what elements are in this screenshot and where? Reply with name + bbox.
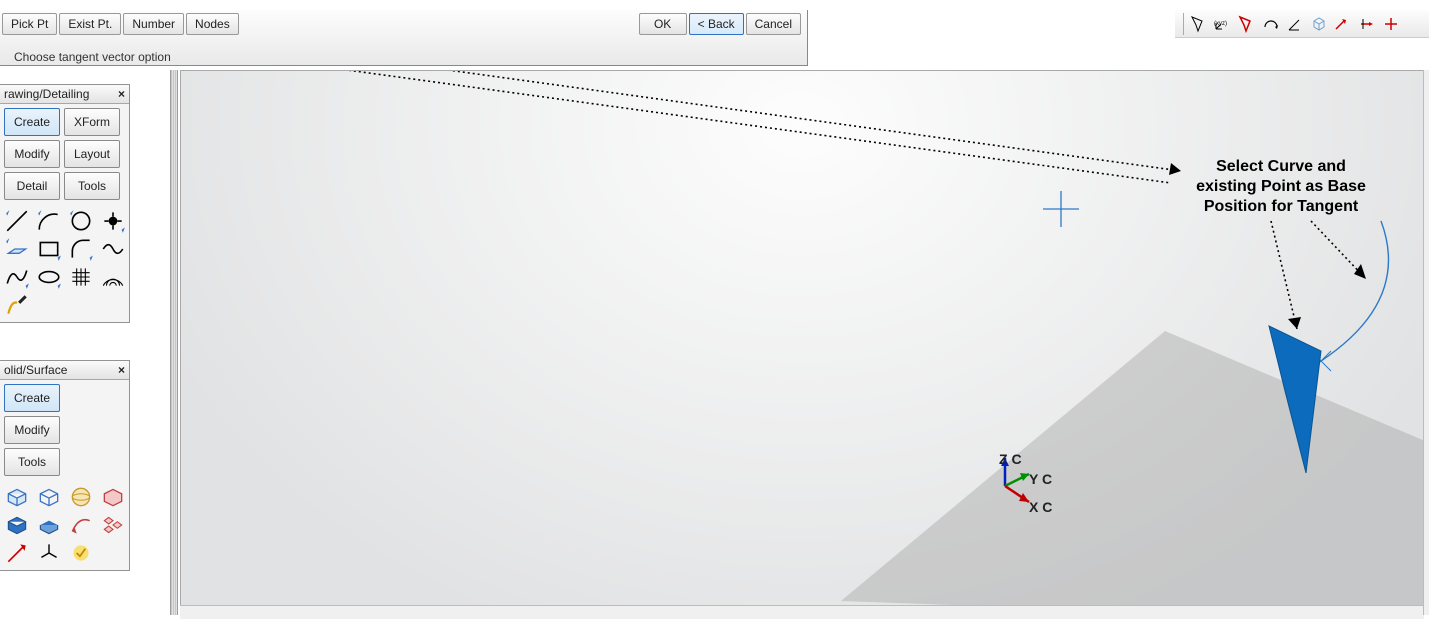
detail-button[interactable]: Detail — [4, 172, 60, 200]
option-button-row: Pick Pt Exist Pt. Number Nodes — [0, 13, 239, 35]
axis-cross-icon[interactable] — [1382, 15, 1400, 33]
panel-button-grid: Create XForm Modify Layout Detail Tools — [0, 104, 129, 204]
panel-title: olid/Surface × — [0, 361, 129, 380]
tool-icon-grid — [0, 204, 129, 322]
shell-icon[interactable] — [100, 484, 126, 508]
panel-title-text: olid/Surface — [4, 363, 67, 377]
xform-button[interactable]: XForm — [64, 108, 120, 136]
command-bar: Pick Pt Exist Pt. Number Nodes OK < Back… — [0, 10, 808, 66]
cancel-button[interactable]: Cancel — [746, 13, 801, 35]
vertical-scrollbar[interactable] — [1423, 70, 1429, 615]
solid-blue-icon[interactable] — [4, 512, 30, 536]
mesh-icon[interactable] — [68, 264, 94, 288]
highlight-icon[interactable] — [68, 540, 94, 564]
annotation-line: Position for Tangent — [1171, 197, 1391, 217]
separator — [1183, 13, 1184, 35]
vertical-splitter[interactable] — [170, 70, 178, 615]
close-icon[interactable]: × — [118, 87, 125, 101]
annotation-line: Select Curve and — [1171, 157, 1391, 177]
sphere-icon[interactable] — [68, 484, 94, 508]
modify-button[interactable]: Modify — [4, 416, 60, 444]
3d-viewport[interactable]: Z C Y C X C Select Curve and existing Po… — [180, 70, 1424, 615]
wireframe-cube-icon[interactable] — [1310, 15, 1328, 33]
wave-icon[interactable] — [100, 236, 126, 260]
cursor-origin-icon[interactable] — [1190, 15, 1208, 33]
plane-normal-icon[interactable] — [1334, 15, 1352, 33]
arc-direction-icon[interactable] — [1262, 15, 1280, 33]
dialog-button-row: OK < Back Cancel — [639, 13, 801, 35]
pick-pt-button[interactable]: Pick Pt — [2, 13, 57, 35]
edit-sketch-icon[interactable] — [4, 292, 30, 316]
viewport-overlay — [181, 71, 1424, 615]
close-icon[interactable]: × — [118, 363, 125, 377]
tools-button[interactable]: Tools — [4, 448, 60, 476]
xyz-axes-icon[interactable]: (xyz) — [1214, 15, 1232, 33]
pattern-red-icon[interactable] — [100, 512, 126, 536]
tools-button[interactable]: Tools — [64, 172, 120, 200]
ok-button[interactable]: OK — [639, 13, 687, 35]
horizontal-scrollbar[interactable] — [180, 605, 1424, 619]
fillet-icon[interactable] — [68, 236, 94, 260]
exist-pt-button[interactable]: Exist Pt. — [59, 13, 121, 35]
callout-annotation: Select Curve and existing Point as Base … — [1171, 157, 1391, 217]
red-cursor-icon[interactable] — [1238, 15, 1256, 33]
tripod-icon[interactable] — [36, 540, 62, 564]
circle-icon[interactable] — [68, 208, 94, 232]
arc-icon[interactable] — [36, 208, 62, 232]
nodes-button[interactable]: Nodes — [186, 13, 239, 35]
spline-icon[interactable] — [4, 264, 30, 288]
panel-title-text: rawing/Detailing — [4, 87, 89, 101]
annotation-line: existing Point as Base — [1171, 177, 1391, 197]
axis-z-label: Z C — [999, 451, 1022, 467]
panel-button-grid: Create Modify Tools — [0, 380, 129, 480]
axis-x-label: X C — [1029, 499, 1052, 515]
sweep-red-icon[interactable] — [68, 512, 94, 536]
point-icon[interactable] — [100, 208, 126, 232]
status-text: Choose tangent vector option — [14, 50, 171, 64]
ellipse-icon[interactable] — [36, 264, 62, 288]
tool-icon-grid — [0, 480, 129, 570]
create-button[interactable]: Create — [4, 108, 60, 136]
multi-arc-icon[interactable] — [100, 264, 126, 288]
rectangle-icon[interactable] — [36, 236, 62, 260]
layout-button[interactable]: Layout — [64, 140, 120, 168]
back-button[interactable]: < Back — [689, 13, 744, 35]
number-button[interactable]: Number — [123, 13, 184, 35]
right-toolbar: (xyz) — [1175, 10, 1429, 38]
line-icon[interactable] — [4, 208, 30, 232]
angle-icon[interactable] — [1286, 15, 1304, 33]
wire-box-icon[interactable] — [36, 484, 62, 508]
box-icon[interactable] — [4, 484, 30, 508]
plane-icon[interactable] — [4, 236, 30, 260]
axis-x-icon[interactable] — [1358, 15, 1376, 33]
modify-button[interactable]: Modify — [4, 140, 60, 168]
solid-surface-panel: olid/Surface × Create Modify Tools — [0, 360, 130, 571]
thicken-icon[interactable] — [36, 512, 62, 536]
vector-red-icon[interactable] — [4, 540, 30, 564]
create-button[interactable]: Create — [4, 384, 60, 412]
drawing-detailing-panel: rawing/Detailing × Create XForm Modify L… — [0, 84, 130, 323]
axis-y-label: Y C — [1029, 471, 1052, 487]
panel-title: rawing/Detailing × — [0, 85, 129, 104]
